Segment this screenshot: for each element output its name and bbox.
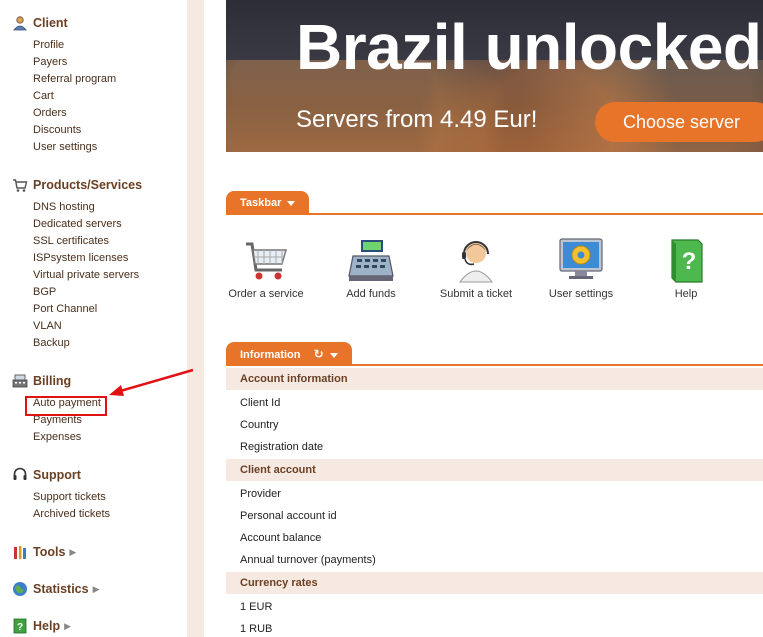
sidebar-item-payers[interactable]: Payers xyxy=(33,54,116,71)
help-book-icon: ? xyxy=(12,618,28,634)
sidebar-title-billing: Billing xyxy=(33,374,72,388)
information-divider xyxy=(226,364,763,366)
sidebar-item-backup[interactable]: Backup xyxy=(33,335,142,352)
banner-subtitle: Servers from 4.49 Eur! xyxy=(296,106,538,133)
sidebar-heading-products[interactable]: Products/Services xyxy=(12,176,142,194)
sidebar-item-expenses[interactable]: Expenses xyxy=(33,429,101,446)
task-add-funds[interactable]: Add funds xyxy=(326,236,416,300)
info-row-client-id: Client Id xyxy=(240,397,281,409)
sidebar-item-referral-program[interactable]: Referral program xyxy=(33,71,116,88)
sidebar-section-help: ? Help ▶ xyxy=(12,617,71,635)
sidebar-heading-help[interactable]: ? Help ▶ xyxy=(12,617,71,635)
sidebar-item-port-channel[interactable]: Port Channel xyxy=(33,301,142,318)
taskbar-divider xyxy=(226,213,763,215)
cash-register-icon xyxy=(347,236,395,284)
promo-banner[interactable]: Brazil unlocked Servers from 4.49 Eur! C… xyxy=(226,0,763,152)
annotation-arrow-icon xyxy=(109,368,194,396)
sidebar: Client Profile Payers Referral program C… xyxy=(0,0,187,637)
sidebar-item-orders[interactable]: Orders xyxy=(33,105,116,122)
info-row-country: Country xyxy=(240,419,279,431)
sidebar-title-help: Help xyxy=(33,619,61,633)
tools-icon xyxy=(12,544,28,560)
caret-down-icon[interactable] xyxy=(329,352,338,358)
sidebar-title-client: Client xyxy=(33,16,68,30)
info-row-provider: Provider xyxy=(240,488,281,500)
svg-text:?: ? xyxy=(682,248,697,275)
sidebar-section-client: Client Profile Payers Referral program C… xyxy=(12,14,116,156)
info-row-registration-date: Registration date xyxy=(240,441,324,453)
cart-icon xyxy=(12,177,28,193)
taskbar-tab-label: Taskbar xyxy=(240,197,282,209)
sidebar-item-vlan[interactable]: VLAN xyxy=(33,318,142,335)
shopping-cart-icon xyxy=(242,236,290,284)
main-content: Brazil unlocked Servers from 4.49 Eur! C… xyxy=(226,0,763,637)
cash-register-icon xyxy=(12,373,28,389)
choose-server-button[interactable]: Choose server xyxy=(595,102,763,142)
sidebar-item-ssl-certificates[interactable]: SSL certificates xyxy=(33,233,142,250)
chevron-right-icon: ▶ xyxy=(92,583,100,594)
task-label: Submit a ticket xyxy=(439,288,513,300)
sidebar-heading-tools[interactable]: Tools ▶ xyxy=(12,543,76,561)
sidebar-item-ispsystem-licenses[interactable]: ISPsystem licenses xyxy=(33,250,142,267)
task-submit-ticket[interactable]: Submit a ticket xyxy=(431,236,521,300)
sidebar-heading-billing[interactable]: Billing xyxy=(12,372,101,390)
refresh-icon[interactable]: ↻ xyxy=(314,347,324,361)
info-row-annual-turnover: Annual turnover (payments) xyxy=(240,554,376,566)
tab-taskbar[interactable]: Taskbar xyxy=(226,191,310,215)
task-order-service[interactable]: Order a service xyxy=(221,236,311,300)
sidebar-item-bgp[interactable]: BGP xyxy=(33,284,142,301)
svg-text:?: ? xyxy=(17,622,23,633)
sidebar-heading-statistics[interactable]: Statistics ▶ xyxy=(12,580,100,598)
banner-title: Brazil unlocked xyxy=(296,11,762,83)
sidebar-item-dedicated-servers[interactable]: Dedicated servers xyxy=(33,216,142,233)
sidebar-title-tools: Tools xyxy=(33,545,66,559)
sidebar-title-statistics: Statistics xyxy=(33,582,89,596)
info-section-currency-rates: Currency rates xyxy=(226,572,763,594)
information-tab-label: Information xyxy=(240,349,301,361)
info-section-client-account: Client account xyxy=(226,459,763,481)
info-row-eur: 1 EUR xyxy=(240,601,273,613)
info-section-account-information: Account information xyxy=(226,368,763,390)
sidebar-section-products: Products/Services DNS hosting Dedicated … xyxy=(12,176,142,352)
chevron-right-icon: ▶ xyxy=(69,546,77,557)
sidebar-item-cart[interactable]: Cart xyxy=(33,88,116,105)
sidebar-item-user-settings[interactable]: User settings xyxy=(33,139,116,156)
task-label: Help xyxy=(674,288,698,300)
info-row-rub: 1 RUB xyxy=(240,623,273,635)
task-label: User settings xyxy=(548,288,614,300)
sidebar-item-virtual-private-servers[interactable]: Virtual private servers xyxy=(33,267,142,284)
sidebar-title-products: Products/Services xyxy=(33,178,143,192)
sidebar-heading-client[interactable]: Client xyxy=(12,14,116,32)
sidebar-item-profile[interactable]: Profile xyxy=(33,37,116,54)
task-label: Order a service xyxy=(228,288,304,300)
globe-icon xyxy=(12,581,28,597)
help-book-icon: ? xyxy=(662,236,710,284)
sidebar-gutter xyxy=(187,0,204,637)
info-row-personal-account-id: Personal account id xyxy=(240,510,337,522)
sidebar-item-archived-tickets[interactable]: Archived tickets xyxy=(33,506,110,523)
task-user-settings[interactable]: User settings xyxy=(536,236,626,300)
tab-information[interactable]: Information ↻ xyxy=(226,342,352,366)
support-agent-icon xyxy=(452,236,500,284)
settings-monitor-icon xyxy=(557,236,605,284)
task-label: Add funds xyxy=(346,288,396,300)
caret-down-icon[interactable] xyxy=(287,200,296,206)
sidebar-item-support-tickets[interactable]: Support tickets xyxy=(33,489,110,506)
sidebar-item-discounts[interactable]: Discounts xyxy=(33,122,116,139)
sidebar-section-support: Support Support tickets Archived tickets xyxy=(12,466,110,523)
task-help[interactable]: ? Help xyxy=(641,236,731,300)
sidebar-heading-support[interactable]: Support xyxy=(12,466,110,484)
chevron-right-icon: ▶ xyxy=(64,620,72,631)
info-row-account-balance: Account balance xyxy=(240,532,322,544)
sidebar-section-tools: Tools ▶ xyxy=(12,543,76,561)
user-icon xyxy=(12,15,28,31)
sidebar-title-support: Support xyxy=(33,468,81,482)
headset-icon xyxy=(12,467,28,483)
sidebar-section-statistics: Statistics ▶ xyxy=(12,580,100,598)
highlight-box xyxy=(25,396,107,416)
sidebar-item-dns-hosting[interactable]: DNS hosting xyxy=(33,199,142,216)
